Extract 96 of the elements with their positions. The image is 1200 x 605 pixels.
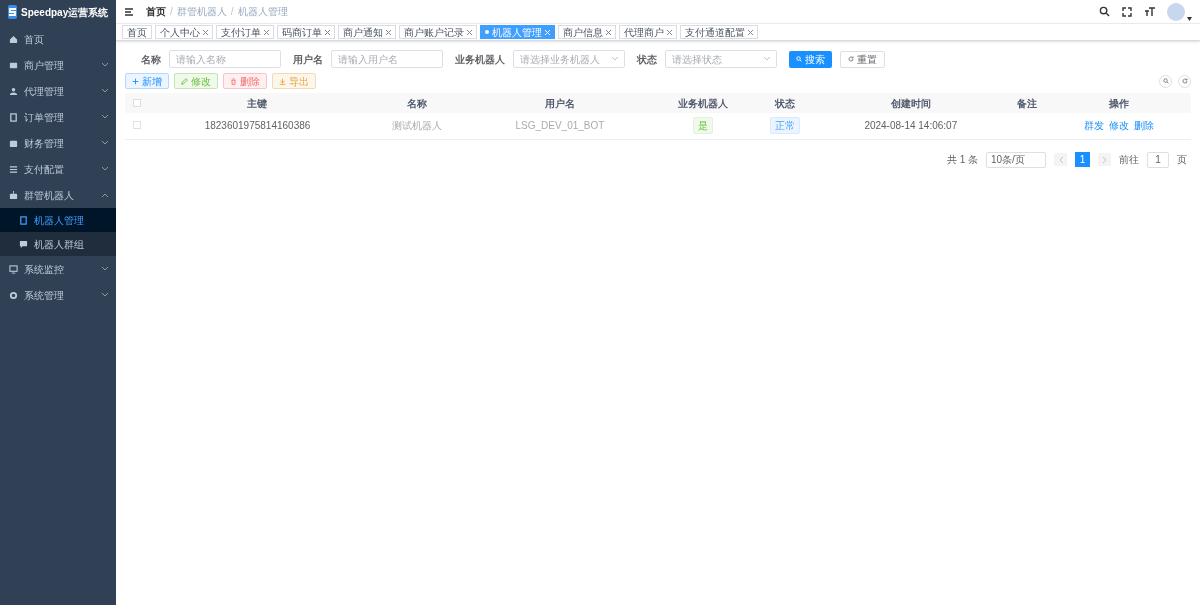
sidebar-subitem[interactable]: 机器人管理	[0, 208, 116, 232]
page-suffix: 页	[1177, 153, 1187, 167]
chevron-down-icon	[612, 57, 618, 61]
document-icon	[19, 215, 28, 225]
monitor-icon	[9, 264, 18, 274]
pencil-icon	[181, 77, 188, 85]
close-icon[interactable]	[264, 29, 269, 35]
refresh-icon	[848, 56, 854, 62]
column-header: 用户名	[468, 93, 652, 113]
chevron-down-icon	[102, 293, 108, 297]
page-size-select[interactable]: 10条/页	[986, 151, 1046, 168]
sidebar-item[interactable]: 支付配置	[0, 156, 116, 182]
search-icon	[1162, 78, 1169, 84]
field-label: 状态	[637, 52, 657, 67]
breadcrumb-separator: /	[170, 5, 173, 19]
logo-icon	[8, 5, 17, 19]
table-cell: 2024-08-14 14:06:07	[864, 120, 958, 132]
sidebar-item[interactable]: 财务管理	[0, 130, 116, 156]
sidebar-item[interactable]: 群管机器人	[0, 182, 116, 208]
goto-label: 前往	[1119, 153, 1139, 167]
close-icon[interactable]	[386, 29, 391, 35]
tab[interactable]: 支付订单	[216, 25, 274, 39]
tab[interactable]: 首页	[122, 25, 152, 39]
field-label: 名称	[141, 52, 161, 67]
wallet-icon	[9, 138, 18, 148]
sidebar-item[interactable]: 系统管理	[0, 282, 116, 308]
field-label: 用户名	[293, 52, 323, 67]
table-cell: 1823601975814160386	[204, 120, 311, 132]
refresh-icon	[1181, 78, 1188, 84]
tab[interactable]: 商户通知	[338, 25, 396, 39]
search-icon	[796, 56, 802, 62]
chevron-down-icon	[102, 267, 108, 271]
card-icon	[9, 60, 18, 70]
action-link[interactable]: 删除	[1134, 118, 1155, 134]
robot-icon	[9, 190, 18, 200]
sidebar-subitem[interactable]: 机器人群组	[0, 232, 116, 256]
tab[interactable]: 商户信息	[558, 25, 616, 39]
font-size-icon[interactable]	[1144, 6, 1155, 17]
close-icon[interactable]	[467, 29, 472, 35]
column-header: 操作	[1047, 93, 1191, 113]
chevron-down-icon	[102, 89, 108, 93]
reset-button[interactable]: 重置	[840, 50, 885, 68]
close-icon[interactable]	[667, 29, 672, 35]
chevron-down-icon	[102, 167, 108, 171]
document-icon	[9, 112, 18, 122]
sidebar-item[interactable]: 首页	[0, 26, 116, 52]
column-header: 创建时间	[815, 93, 1007, 113]
tab[interactable]: 支付通道配置	[680, 25, 758, 39]
chevron-left-icon	[1058, 156, 1063, 163]
tab[interactable]: 码商订单	[277, 25, 335, 39]
close-icon[interactable]	[325, 29, 330, 35]
row-checkbox[interactable]	[133, 121, 141, 130]
settings-icon	[9, 290, 18, 300]
chevron-up-icon	[102, 193, 108, 197]
trash-icon	[230, 77, 237, 85]
chevron-down-icon	[102, 141, 108, 145]
tab[interactable]: 商户账户记录	[399, 25, 477, 39]
caret-icon[interactable]	[1187, 16, 1192, 21]
page-input[interactable]: 1	[1147, 151, 1169, 168]
total-count: 共 1 条	[946, 153, 978, 167]
chevron-down-icon	[102, 115, 108, 119]
tab[interactable]: 代理商户	[619, 25, 677, 39]
column-header: 主键	[149, 93, 366, 113]
menu-icon[interactable]	[124, 6, 134, 17]
search-icon[interactable]	[1099, 6, 1110, 17]
sidebar-item[interactable]: 商户管理	[0, 52, 116, 78]
table-cell: LSG_DEV_01_BOT	[515, 120, 605, 132]
tag: 是	[692, 117, 713, 135]
close-icon[interactable]	[203, 29, 208, 35]
select-all-checkbox[interactable]	[133, 98, 141, 107]
close-icon[interactable]	[606, 29, 611, 35]
column-header: 名称	[365, 93, 469, 113]
list-icon	[9, 164, 18, 174]
chevron-down-icon	[102, 63, 108, 67]
column-header: 备注	[1006, 93, 1048, 113]
column-header: 业务机器人	[651, 93, 754, 113]
tab[interactable]: 个人中心	[155, 25, 213, 39]
tag: 正常	[769, 117, 800, 135]
field-label: 业务机器人	[455, 52, 505, 67]
house-icon	[9, 34, 18, 44]
close-icon[interactable]	[748, 29, 753, 35]
fullscreen-icon[interactable]	[1122, 6, 1132, 17]
chevron-right-icon	[1102, 156, 1107, 163]
sidebar-item[interactable]: 订单管理	[0, 104, 116, 130]
download-icon	[279, 77, 286, 85]
chat-icon	[19, 239, 28, 249]
breadcrumb-separator: /	[230, 5, 234, 19]
sidebar-item[interactable]: 系统监控	[0, 256, 116, 282]
breadcrumb-link[interactable]: 首页	[146, 4, 166, 19]
person-icon	[9, 86, 18, 96]
column-header: 状态	[753, 93, 816, 113]
table-cell: 测试机器人	[392, 120, 443, 132]
sidebar-item[interactable]: 代理管理	[0, 78, 116, 104]
app-title: Speedpay运营系统	[21, 5, 109, 20]
plus-icon	[132, 77, 139, 85]
chevron-down-icon	[764, 57, 770, 61]
